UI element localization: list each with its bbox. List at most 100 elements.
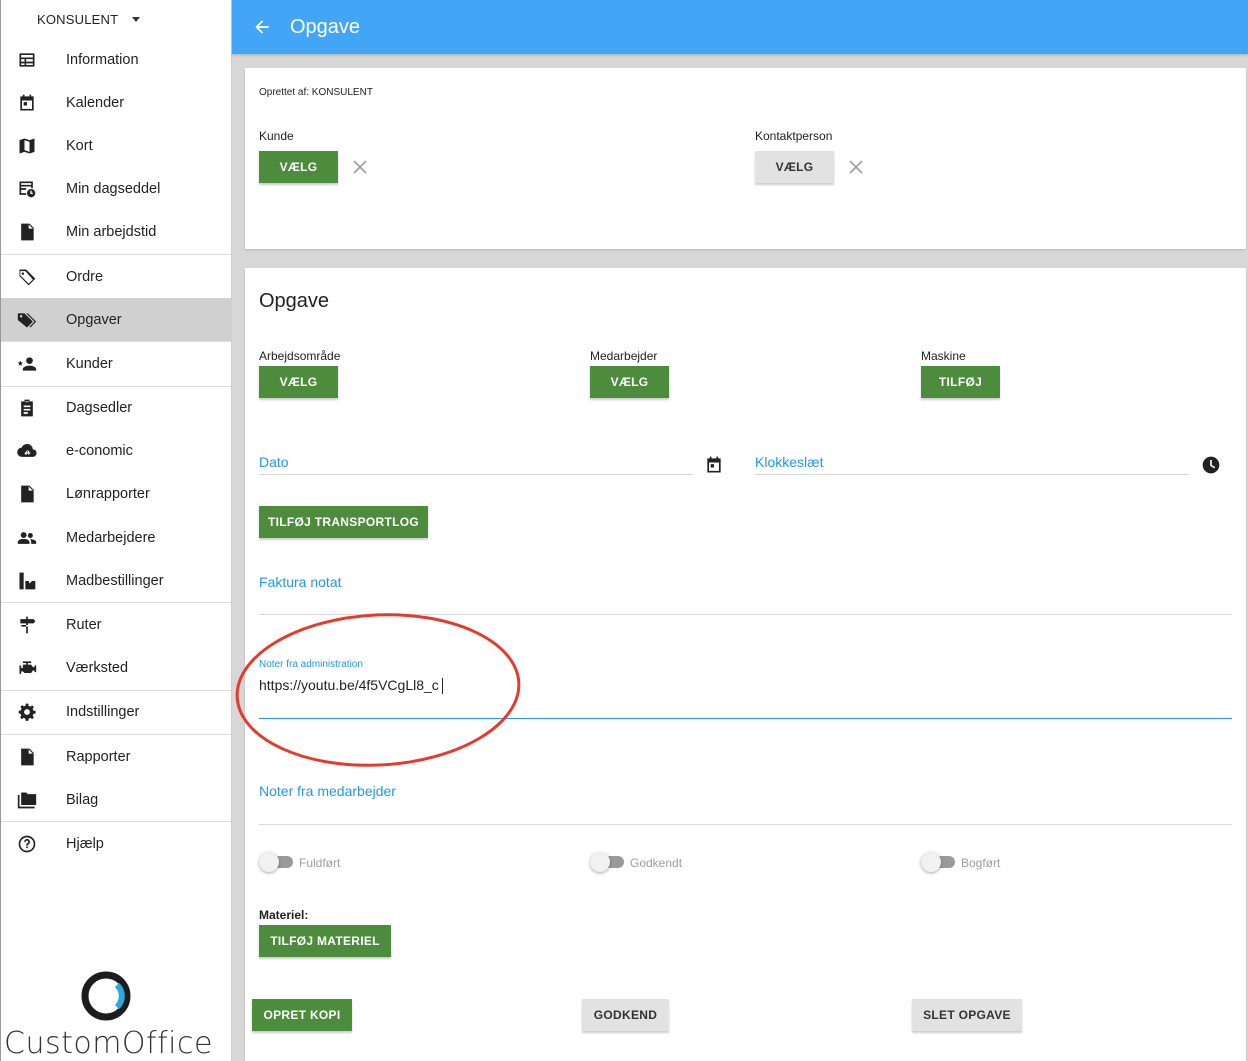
customer-card: Oprettet af: KONSULENT Kunde VÆLG Kontak…	[245, 68, 1246, 249]
sidebar-item-label: Hjælp	[66, 835, 104, 852]
nav-group-main: Information Kalender Kort Min dagseddel …	[1, 38, 231, 255]
clear-kontaktperson-close-icon[interactable]	[848, 159, 864, 175]
gear-icon	[16, 701, 38, 723]
create-copy-button[interactable]: OPRET KOPI	[252, 999, 352, 1031]
clear-kunde-close-icon[interactable]	[352, 159, 368, 175]
dato-field-underline	[259, 474, 693, 475]
document-icon	[16, 483, 38, 505]
sidebar-item-ordre[interactable]: Ordre	[1, 255, 231, 298]
bogfoert-label: Bogført	[961, 856, 1001, 870]
sidebar-item-madbestillinger[interactable]: Madbestillinger	[1, 559, 231, 602]
select-kunde-button[interactable]: VÆLG	[259, 151, 338, 183]
add-transportlog-button[interactable]: TILFØJ TRANSPORTLOG	[259, 506, 428, 538]
sidebar-item-label: Kalender	[66, 94, 125, 111]
sidebar-item-label: Rapporter	[66, 748, 131, 765]
sidebar-item-label: Min arbejdstid	[66, 224, 157, 241]
document-icon	[16, 221, 38, 243]
nav-group-admin: Dagsedler e-conomic Lønrapporter Medarbe…	[1, 387, 231, 604]
map-icon	[16, 135, 38, 157]
sidebar-item-label: Medarbejdere	[66, 529, 156, 546]
sidebar-item-label: Madbestillinger	[66, 572, 164, 589]
select-kontaktperson-button[interactable]: VÆLG	[755, 151, 834, 183]
clipboard-icon	[16, 397, 38, 419]
dato-field-label[interactable]: Dato	[259, 454, 289, 470]
materiel-label: Materiel:	[259, 908, 309, 922]
sidebar-item-kort[interactable]: Kort	[1, 124, 231, 167]
sidebar-item-bilag[interactable]: Bilag	[1, 778, 231, 821]
calendar-icon	[16, 92, 38, 114]
sidebar-item-label: Dagsedler	[66, 400, 133, 417]
employee-notes-underline	[259, 824, 1232, 825]
sidebar-item-label: Lønrapporter	[66, 486, 150, 503]
user-menu[interactable]: KONSULENT	[1, 0, 231, 38]
sidebar-item-label: Bilag	[66, 791, 99, 808]
app-header: Opgave	[232, 0, 1248, 54]
nav-group-customers: Kunder	[1, 342, 231, 387]
report-icon	[16, 746, 38, 768]
sidebar-item-e-conomic[interactable]: e-conomic	[1, 430, 231, 473]
sidebar-item-label: Kunder	[66, 355, 113, 372]
sidebar-item-hjaelp[interactable]: Hjælp	[1, 822, 231, 865]
page-title: Opgave	[290, 15, 361, 38]
folder-icon	[16, 789, 38, 811]
clock-icon[interactable]	[1201, 455, 1221, 480]
nav-group-settings: Indstillinger	[1, 691, 231, 735]
sidebar-item-ruter[interactable]: Ruter	[1, 603, 231, 646]
sidebar: KONSULENT Information Kalender Kort Min …	[0, 0, 232, 1061]
created-by-text: Oprettet af: KONSULENT	[259, 87, 373, 98]
nav-group-routes: Ruter Værksted	[1, 603, 231, 691]
sidebar-item-kalender[interactable]: Kalender	[1, 81, 231, 124]
select-arbejdsomraade-button[interactable]: VÆLG	[259, 366, 338, 398]
sidebar-item-label: Ordre	[66, 268, 104, 285]
sidebar-item-information[interactable]: Information	[1, 38, 231, 81]
sidebar-item-dagsedler[interactable]: Dagsedler	[1, 387, 231, 430]
sidebar-item-kunder[interactable]: Kunder	[1, 342, 231, 385]
timesheet-icon	[16, 178, 38, 200]
fuldfoert-label: Fuldført	[299, 856, 341, 870]
sidebar-item-label: Værksted	[66, 660, 129, 677]
food-icon	[16, 570, 38, 592]
sidebar-item-min-arbejdstid[interactable]: Min arbejdstid	[1, 211, 231, 254]
sidebar-item-opgaver[interactable]: Opgaver	[1, 298, 231, 342]
sidebar-item-vaerksted[interactable]: Værksted	[1, 647, 231, 690]
nav-group-help: Hjælp	[1, 822, 231, 865]
task-section-title: Opgave	[259, 290, 330, 312]
calendar-icon[interactable]	[704, 455, 724, 480]
sidebar-item-medarbejdere[interactable]: Medarbejdere	[1, 516, 231, 559]
logo-mark-icon	[81, 971, 131, 1021]
sidebar-item-label: Min dagseddel	[66, 181, 161, 198]
sidebar-item-label: Ruter	[66, 617, 102, 634]
godkendt-toggle[interactable]	[590, 852, 624, 872]
kunde-label: Kunde	[259, 129, 294, 143]
sidebar-item-label: Opgaver	[66, 311, 122, 328]
chevron-down-icon	[132, 16, 141, 22]
annotation-circle	[235, 613, 521, 767]
approve-button[interactable]: GODKEND	[582, 999, 669, 1031]
nav-group-reports: Rapporter Bilag	[1, 735, 231, 823]
select-medarbejder-button[interactable]: VÆLG	[590, 366, 669, 398]
employee-notes-label[interactable]: Noter fra medarbejder	[259, 783, 396, 799]
table-icon	[16, 49, 38, 71]
sidebar-item-label: e-conomic	[66, 443, 133, 460]
faktura-notat-label[interactable]: Faktura notat	[259, 574, 342, 590]
arrow-left-icon[interactable]	[252, 17, 272, 37]
delete-task-button[interactable]: SLET OPGAVE	[912, 999, 1022, 1031]
medarbejder-label: Medarbejder	[590, 349, 658, 363]
bogfoert-toggle[interactable]	[921, 852, 955, 872]
sidebar-item-label: Indstillinger	[66, 704, 140, 721]
add-materiel-button[interactable]: TILFØJ MATERIEL	[259, 925, 391, 957]
klokkeslaet-field-label[interactable]: Klokkeslæt	[755, 454, 823, 470]
fuldfoert-toggle[interactable]	[259, 852, 293, 872]
people-icon	[16, 527, 38, 549]
nav-group-work: Ordre Opgaver	[1, 255, 231, 343]
godkendt-label: Godkendt	[630, 856, 683, 870]
sidebar-item-rapporter[interactable]: Rapporter	[1, 735, 231, 778]
sidebar-item-min-dagseddel[interactable]: Min dagseddel	[1, 168, 231, 211]
kontaktperson-label: Kontaktperson	[755, 129, 833, 143]
add-maskine-button[interactable]: TILFØJ	[921, 366, 1000, 398]
signpost-icon	[16, 614, 38, 636]
sidebar-item-indstillinger[interactable]: Indstillinger	[1, 691, 231, 734]
maskine-label: Maskine	[921, 349, 966, 363]
sidebar-item-lonrapporter[interactable]: Lønrapporter	[1, 473, 231, 516]
tags-icon	[16, 309, 38, 331]
